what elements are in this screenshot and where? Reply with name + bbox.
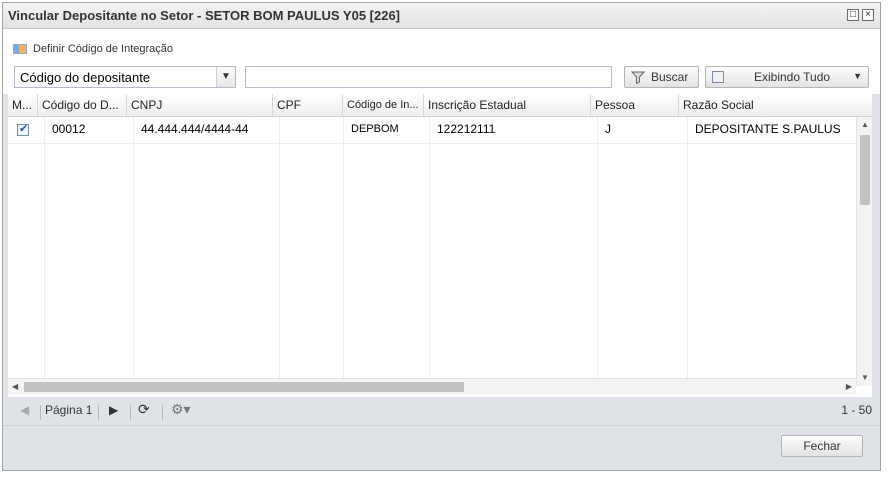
scroll-up-icon[interactable]: ▲ — [861, 120, 869, 129]
integration-icon — [13, 44, 27, 54]
column-divider — [44, 117, 45, 386]
separator — [162, 405, 163, 420]
paging-range: 1 - 50 — [841, 403, 872, 417]
column-header-codigo-integracao[interactable]: Código de In... — [343, 94, 424, 116]
column-header-pessoa[interactable]: Pessoa — [591, 94, 679, 116]
window-title: Vincular Depositante no Setor - SETOR BO… — [8, 8, 401, 23]
title-bar: Vincular Depositante no Setor - SETOR BO… — [3, 3, 880, 29]
display-mode-label: Exibindo Tudo — [754, 70, 831, 84]
display-mode-icon — [712, 71, 724, 83]
maximize-icon[interactable]: □ — [847, 9, 859, 21]
column-header-cnpj[interactable]: CNPJ — [127, 94, 273, 116]
filter-icon — [631, 71, 645, 84]
cell-razao-social: DEPOSITANTE S.PAULUS — [695, 122, 841, 136]
column-divider — [343, 117, 344, 386]
cell-pessoa: J — [605, 122, 611, 136]
horizontal-scrollbar[interactable]: ◀ ▶ — [8, 378, 856, 394]
column-header-codigo[interactable]: Código do D... — [38, 94, 127, 116]
next-page-icon[interactable]: ▶ — [109, 403, 118, 417]
search-field-value: Código do depositante — [20, 70, 151, 85]
define-integration-code-label: Definir Código de Integração — [33, 43, 174, 55]
separator — [130, 405, 131, 420]
filter-toolbar: Código do depositante ▼ Buscar Exibindo … — [3, 61, 880, 94]
row-select-checkbox[interactable]: ✔ — [17, 123, 29, 136]
column-divider — [597, 117, 598, 386]
display-mode-button[interactable]: Exibindo Tudo ▼ — [705, 66, 869, 88]
cell-cpf — [280, 117, 343, 143]
prev-page-icon[interactable]: ◀ — [20, 403, 29, 417]
cell-inscricao-estadual: 122212111 — [437, 122, 496, 136]
page-label: Página 1 — [45, 403, 93, 417]
search-field-select[interactable]: Código do depositante ▼ — [14, 66, 236, 88]
paging-toolbar: ◀ Página 1 ▶ ⟳ ⚙▾ 1 - 50 — [8, 399, 872, 425]
dialog-footer: Fechar — [3, 425, 880, 470]
column-divider — [133, 117, 134, 386]
scroll-left-icon[interactable]: ◀ — [12, 382, 18, 391]
separator — [98, 405, 99, 420]
close-icon[interactable]: × — [862, 9, 874, 21]
column-divider — [687, 117, 688, 386]
close-button[interactable]: Fechar — [781, 435, 863, 457]
vertical-scrollbar[interactable]: ▲ ▼ — [856, 117, 872, 386]
integration-toolbar: Definir Código de Integração — [3, 29, 880, 61]
vertical-scroll-thumb[interactable] — [860, 135, 870, 205]
scroll-down-icon[interactable]: ▼ — [861, 373, 869, 382]
column-divider — [429, 117, 430, 386]
column-header-mark[interactable]: M... — [8, 94, 38, 116]
checkmark-icon: ✔ — [19, 123, 29, 135]
cell-codigo-integracao: DEPBOM — [351, 123, 399, 135]
search-button-label: Buscar — [651, 70, 689, 84]
column-divider — [279, 117, 280, 386]
search-input[interactable] — [245, 66, 612, 88]
depositor-grid: M... Código do D... CNPJ CPF Código de I… — [8, 94, 872, 397]
cell-codigo: 00012 — [52, 122, 86, 136]
define-integration-code-button[interactable]: Definir Código de Integração — [13, 41, 173, 57]
grid-header: M... Código do D... CNPJ CPF Código de I… — [8, 94, 872, 117]
column-header-cpf[interactable]: CPF — [273, 94, 343, 116]
caret-down-icon[interactable]: ▼ — [853, 71, 862, 81]
cell-cnpj: 44.444.444/4444-44 — [141, 122, 249, 136]
separator — [40, 405, 41, 420]
scroll-right-icon[interactable]: ▶ — [846, 382, 852, 391]
search-button[interactable]: Buscar — [624, 66, 699, 88]
horizontal-scroll-thumb[interactable] — [24, 382, 464, 392]
refresh-icon[interactable]: ⟳ — [138, 401, 150, 418]
column-header-razao-social[interactable]: Razão Social — [679, 94, 872, 116]
chevron-down-icon[interactable]: ▼ — [216, 67, 235, 87]
dialog-window: Vincular Depositante no Setor - SETOR BO… — [2, 2, 881, 471]
gear-icon[interactable]: ⚙▾ — [171, 401, 191, 418]
table-row[interactable]: ✔ 00012 44.444.444/4444-44 DEPBOM 122212… — [8, 117, 856, 144]
column-header-inscricao-estadual[interactable]: Inscrição Estadual — [424, 94, 591, 116]
grid-body: ✔ 00012 44.444.444/4444-44 DEPBOM 122212… — [8, 117, 856, 386]
